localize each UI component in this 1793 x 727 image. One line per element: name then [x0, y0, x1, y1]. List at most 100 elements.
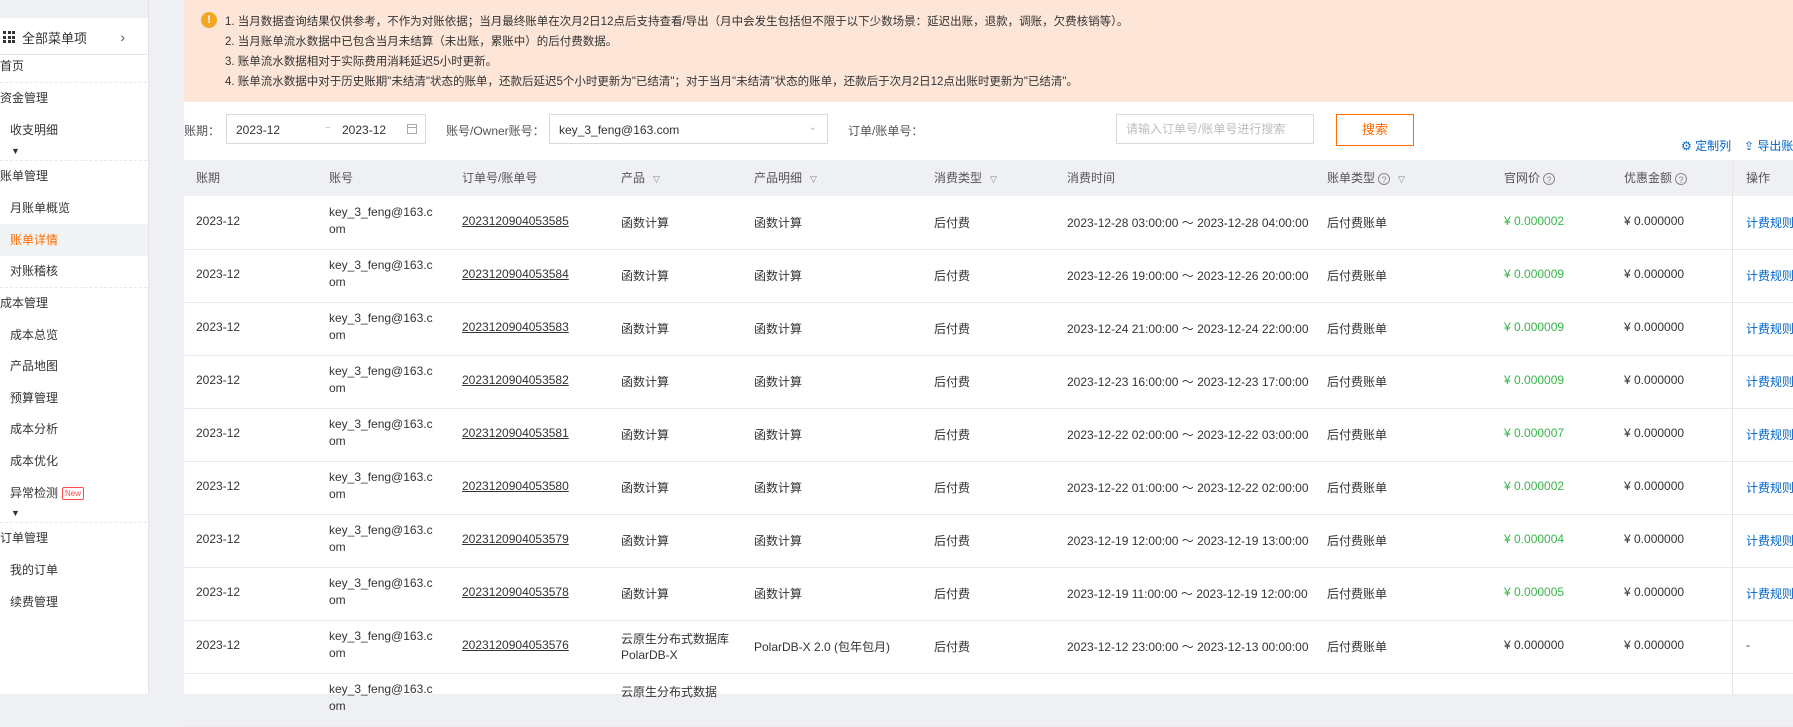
- cell-account: key_3_feng@163.com: [329, 258, 433, 289]
- sidebar-item-renewal[interactable]: 续费管理: [0, 593, 148, 611]
- order-link[interactable]: 2023120904053578: [462, 585, 569, 599]
- billing-rule-link[interactable]: 计费规则: [1746, 426, 1793, 443]
- sidebar-item-anomaly-detection[interactable]: 异常检测 New: [0, 484, 148, 502]
- cell-list-price: ¥ 0.000009: [1504, 320, 1565, 334]
- cell-discount: ¥ 0.000000: [1624, 267, 1685, 281]
- account-label: 账号/Owner账号：: [446, 124, 545, 138]
- sidebar-item-home[interactable]: 首页: [0, 57, 147, 75]
- table-row: 2023-12 key_3_feng@163.com 2023120904053…: [184, 514, 1793, 568]
- cell-consume-type: 后付费: [934, 481, 971, 495]
- table-row: 2023-12 key_3_feng@163.com 2023120904053…: [184, 249, 1793, 303]
- table-row: 2023-12 key_3_feng@163.com 2023120904053…: [184, 408, 1793, 462]
- billing-rule-link[interactable]: 计费规则: [1746, 585, 1793, 602]
- column-header-consume-time: 消费时间: [1067, 171, 1116, 185]
- calendar-icon[interactable]: [407, 124, 417, 134]
- cell-product: 函数计算: [621, 375, 670, 389]
- cell-consume-type: 后付费: [934, 375, 971, 389]
- order-link[interactable]: 2023120904053585: [462, 214, 569, 228]
- help-icon[interactable]: ?: [1543, 172, 1556, 185]
- cell-consume-time: 2023-12-23 16:00:00 ～ 2023-12-23 17:00:0…: [1067, 375, 1309, 389]
- notice-line: 4. 账单流水数据中对于历史账期"未结清"状态的账单，还款后延迟5个小时更新为"…: [225, 76, 1079, 88]
- caret-down-icon[interactable]: ▼: [11, 508, 20, 518]
- cell-product-detail: 函数计算: [754, 269, 803, 283]
- cell-bill-type: 后付费账单: [1327, 375, 1388, 389]
- cell-consume-time: 2023-12-19 11:00:00 ～ 2023-12-19 12:00:0…: [1067, 587, 1308, 601]
- filter-icon[interactable]: ▽: [990, 161, 997, 197]
- help-icon[interactable]: ?: [1675, 172, 1688, 185]
- period-start[interactable]: 2023-12: [236, 123, 280, 137]
- sidebar-item-product-map[interactable]: 产品地图: [0, 357, 148, 375]
- column-header-label: 账单类型: [1327, 171, 1376, 185]
- sidebar-group-cost[interactable]: 成本管理: [0, 294, 147, 312]
- caret-down-icon[interactable]: ▼: [11, 146, 20, 156]
- cell-consume-type: 后付费: [934, 428, 971, 442]
- billing-rule-link[interactable]: 计费规则: [1746, 267, 1793, 284]
- cell-period: 2023-12: [196, 426, 241, 440]
- help-icon[interactable]: ?: [1378, 172, 1391, 185]
- cell-period: 2023-12: [196, 585, 241, 599]
- period-range-picker[interactable]: 2023-12 ~ 2023-12: [226, 114, 426, 144]
- billing-rule-link[interactable]: 计费规则: [1746, 320, 1793, 337]
- cell-product: 函数计算: [621, 587, 670, 601]
- sidebar-item-cost-analysis[interactable]: 成本分析: [0, 420, 148, 438]
- cell-account: key_3_feng@163.com: [329, 523, 433, 554]
- table-row: 2023-12 key_3_feng@163.com 2023120904053…: [184, 620, 1793, 674]
- column-header-product: 产品 ▽: [621, 160, 660, 196]
- cell-discount: ¥ 0.000000: [1624, 532, 1685, 546]
- customize-columns-label: 定制列: [1695, 139, 1732, 153]
- search-button[interactable]: 搜索: [1336, 114, 1414, 146]
- sidebar-item-reconciliation[interactable]: 对账稽核: [0, 262, 148, 280]
- order-link[interactable]: 2023120904053580: [462, 479, 569, 493]
- cell-consume-time: 2023-12-12 23:00:00 ～ 2023-12-13 00:00:0…: [1067, 640, 1309, 654]
- billing-rule-link[interactable]: 计费规则: [1746, 214, 1793, 231]
- sidebar-item-cost-optimization[interactable]: 成本优化: [0, 452, 148, 470]
- cell-discount: ¥ 0.000000: [1624, 320, 1685, 334]
- cell-consume-type: 后付费: [934, 269, 971, 283]
- cell-action: -: [1746, 638, 1750, 652]
- table-row: 2023-12 key_3_feng@163.com 2023120904053…: [184, 567, 1793, 621]
- order-link[interactable]: 2023120904053579: [462, 532, 569, 546]
- cell-account: key_3_feng@163.com: [329, 417, 433, 448]
- sidebar-divider: [0, 287, 147, 288]
- cell-product: 函数计算: [621, 269, 670, 283]
- main-content: ! 1. 当月数据查询结果仅供参考，不作为对账依据；当月最终账单在次月2日12点…: [184, 0, 1793, 727]
- sidebar-top-strip: [0, 0, 148, 18]
- billing-rule-link[interactable]: 计费规则: [1746, 532, 1793, 549]
- sidebar-item-income-expense[interactable]: 收支明细: [0, 121, 148, 139]
- filter-icon[interactable]: ▽: [810, 161, 817, 197]
- cell-period: 2023-12: [196, 214, 241, 228]
- cell-consume-type: 后付费: [934, 534, 971, 548]
- sidebar-item-budget[interactable]: 预算管理: [0, 389, 148, 407]
- customize-columns-button[interactable]: ⚙ 定制列: [1681, 137, 1731, 154]
- order-link[interactable]: 2023120904053576: [462, 638, 569, 652]
- filter-icon[interactable]: ▽: [653, 161, 660, 197]
- cell-list-price: ¥ 0.000005: [1504, 585, 1565, 599]
- sidebar-item-monthly-overview[interactable]: 月账单概览: [0, 199, 148, 217]
- order-search-input[interactable]: [1116, 114, 1314, 144]
- order-link[interactable]: 2023120904053584: [462, 267, 569, 281]
- filter-icon[interactable]: ▽: [1398, 161, 1405, 197]
- cell-bill-type: 后付费账单: [1327, 216, 1388, 230]
- table-row: key_3_feng@163.com 云原生分布式数据: [184, 673, 1793, 727]
- sidebar-item-bill-details[interactable]: 账单详情: [0, 224, 148, 256]
- billing-rule-link[interactable]: 计费规则: [1746, 479, 1793, 496]
- order-link[interactable]: 2023120904053581: [462, 426, 569, 440]
- sidebar-item-my-orders[interactable]: 我的订单: [0, 561, 148, 579]
- sidebar-group-funds[interactable]: 资金管理: [0, 89, 147, 107]
- order-link[interactable]: 2023120904053583: [462, 320, 569, 334]
- account-select[interactable]: key_3_feng@163.com ⌄: [549, 114, 828, 144]
- cell-bill-type: 后付费账单: [1327, 640, 1388, 654]
- sidebar-group-orders[interactable]: 订单管理: [0, 529, 147, 547]
- sidebar-group-billing[interactable]: 账单管理: [0, 167, 147, 185]
- cell-bill-type: 后付费账单: [1327, 322, 1388, 336]
- order-link[interactable]: 2023120904053582: [462, 373, 569, 387]
- billing-rule-link[interactable]: 计费规则: [1746, 373, 1793, 390]
- export-button[interactable]: ⇪ 导出账: [1744, 137, 1793, 154]
- column-header-order: 订单号/账单号: [462, 171, 538, 185]
- cell-list-price: ¥ 0.000002: [1504, 214, 1565, 228]
- cell-discount: ¥ 0.000000: [1624, 214, 1685, 228]
- sidebar-item-cost-overview[interactable]: 成本总览: [0, 326, 148, 344]
- column-header-label: 优惠金额: [1624, 171, 1673, 185]
- all-menu-button[interactable]: 全部菜单项 ›: [0, 20, 147, 55]
- period-end[interactable]: 2023-12: [342, 123, 386, 137]
